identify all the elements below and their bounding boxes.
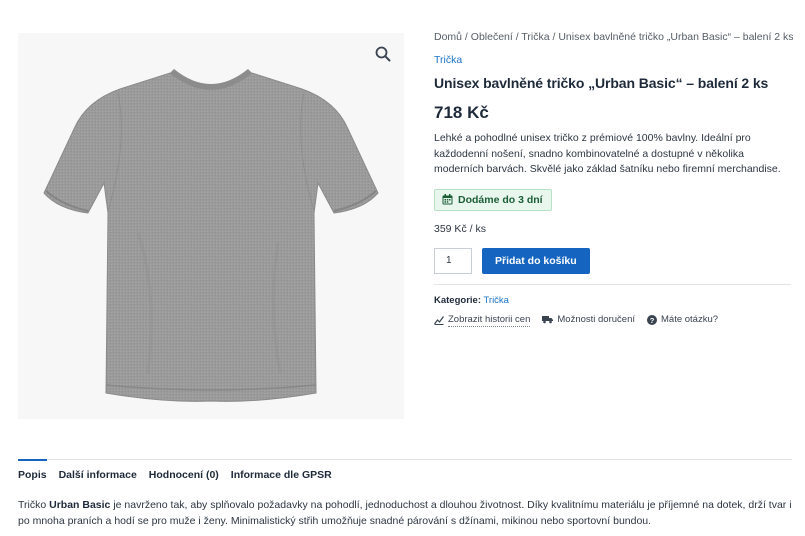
product-title: Unisex bavlněné tričko „Urban Basic“ – b… [434,75,769,91]
breadcrumb-item-clothing[interactable]: Oblečení [471,31,513,43]
description-panel: Tričko Urban Basic je navrženo tak, aby … [18,498,792,529]
delivery-badge-label: Dodáme do 3 dní [458,193,543,206]
breadcrumb: Domů / Oblečení / Trička / Unisex bavlně… [434,30,794,44]
breadcrumb-separator: / [462,31,471,43]
question-link[interactable]: ? Máte otázku? [647,313,718,327]
price-history-label: Zobrazit historii cen [448,313,531,327]
product-short-description: Lehké a pohodlné unisex tričko z prémiov… [434,132,781,175]
product-price: 718 Kč [434,103,489,122]
truck-icon [542,316,554,324]
breadcrumb-item-current: Unisex bavlněné tričko „Urban Basic“ – b… [558,31,794,43]
category-meta-link[interactable]: Trička [483,295,509,306]
category-meta-label: Kategorie: [434,294,481,306]
breadcrumb-item-home[interactable]: Domů [434,31,462,43]
tab-list: Popis Další informace Hodnocení (0) Info… [18,459,792,488]
divider [434,283,791,285]
calendar-icon [442,194,453,205]
question-label: Máte otázku? [661,314,719,325]
description-prefix: Tričko [18,499,50,511]
price-history-link[interactable]: Zobrazit historii cen [434,313,531,327]
product-summary: Domů / Oblečení / Trička / Unisex bavlně… [434,30,794,327]
tab-description[interactable]: Popis [18,459,47,488]
description-brand: Urban Basic [49,499,111,511]
unit-price: 359 Kč / ks [434,222,486,235]
tab-gpsr-information[interactable]: Informace dle GPSR [231,468,332,488]
question-circle-icon: ? [647,314,657,325]
svg-text:?: ? [650,316,655,325]
product-meta-category: Kategorie: Trička [434,294,794,307]
product-gallery [18,33,404,419]
add-to-cart-form: Přidat do košíku [434,247,794,274]
search-icon[interactable] [374,45,392,63]
description-text: je navrženo tak, aby splňovalo požadavky… [18,499,792,527]
quantity-input[interactable] [434,247,472,274]
category-link[interactable]: Trička [434,53,794,67]
delivery-badge: Dodáme do 3 dní [434,188,552,211]
product-image[interactable] [18,33,404,419]
delivery-options-link[interactable]: Možnosti doručení [542,313,635,327]
add-to-cart-button[interactable]: Přidat do košíku [482,247,590,274]
breadcrumb-item-tshirts[interactable]: Trička [521,31,549,43]
tab-reviews[interactable]: Hodnocení (0) [149,468,219,488]
tab-additional-information[interactable]: Další informace [59,468,137,488]
delivery-options-label: Možnosti doručení [557,314,635,325]
chart-line-icon [434,315,444,325]
product-extra-links: Zobrazit historii cen Možnosti doručení … [434,313,794,327]
product-tabs: Popis Další informace Hodnocení (0) Info… [18,459,792,488]
